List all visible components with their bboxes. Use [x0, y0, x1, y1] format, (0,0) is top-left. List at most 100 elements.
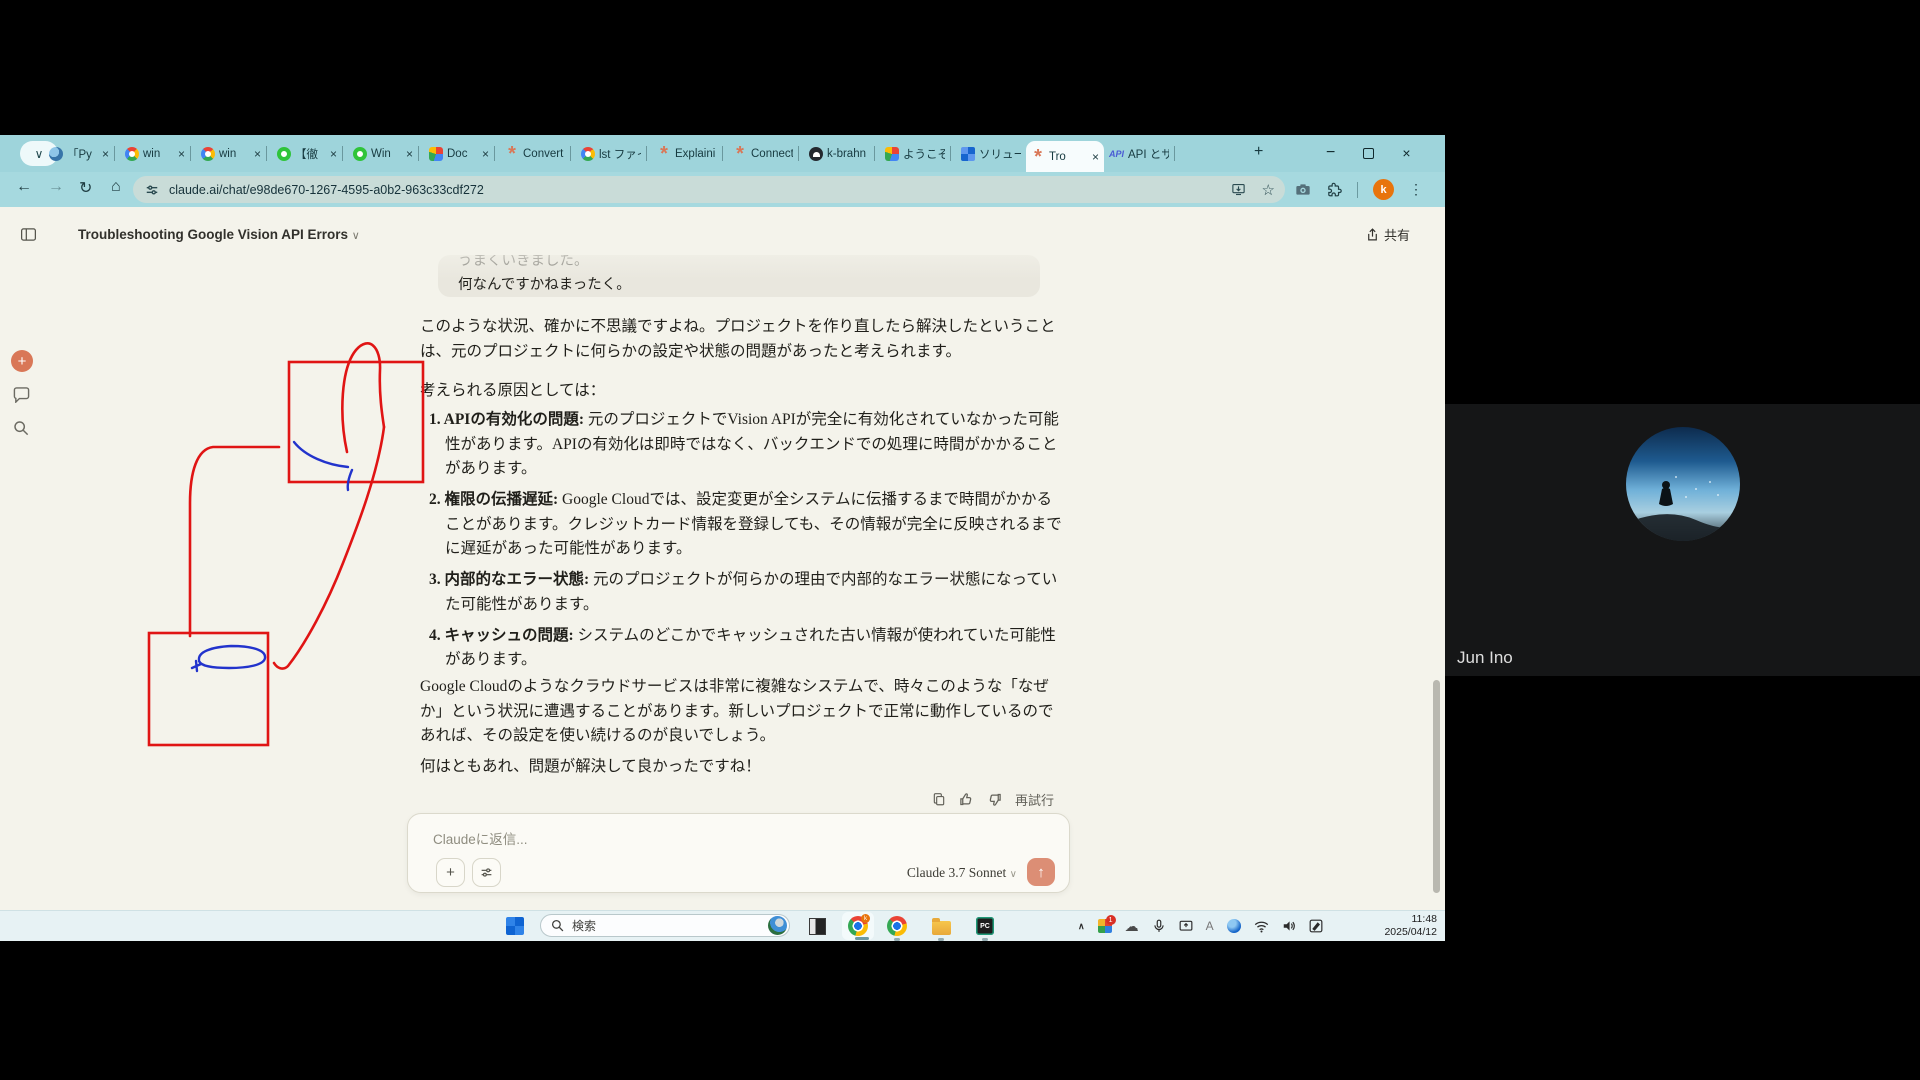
extensions-puzzle-icon[interactable]: [1326, 182, 1342, 198]
browser-toolbar: ← → ↻ ⌂ claude.ai/chat/e98de670-1267-459…: [0, 172, 1445, 207]
bookmark-star-icon[interactable]: ☆: [1262, 181, 1275, 199]
app-grid-icon[interactable]: 1: [1098, 919, 1112, 933]
new-tab-button[interactable]: +: [1254, 143, 1263, 161]
taskbar-clock[interactable]: 11:48 2025/04/12: [1384, 913, 1437, 939]
new-chat-button[interactable]: +: [11, 350, 33, 372]
browser-tab[interactable]: *Connect: [728, 135, 798, 172]
tab-close-icon[interactable]: ×: [102, 147, 109, 161]
browser-tab[interactable]: 【徹 ×: [272, 135, 342, 172]
profile-avatar[interactable]: k: [1373, 179, 1394, 200]
browser-tab[interactable]: ソリューシ: [956, 135, 1026, 172]
browser-tab[interactable]: *Convert: [500, 135, 570, 172]
cause-item: 2. 権限の伝播遅延: Google Cloudでは、設定変更が全システムに伝播…: [429, 488, 1062, 562]
camera-icon[interactable]: [1295, 182, 1311, 198]
home-icon[interactable]: ⌂: [111, 178, 121, 196]
browser-tab[interactable]: lst ファイ: [576, 135, 646, 172]
tab-close-icon[interactable]: ×: [178, 147, 185, 161]
participant-name: Jun Ino: [1457, 648, 1513, 668]
tab-divider: [114, 146, 115, 161]
browser-tab[interactable]: Doc×: [424, 135, 494, 172]
running-indicator: [982, 938, 988, 941]
participant-tile[interactable]: Jun Ino: [1445, 404, 1920, 676]
send-button[interactable]: ↑: [1027, 858, 1055, 886]
hidden-icons-chevron-icon[interactable]: ∧: [1078, 921, 1085, 932]
browser-tab[interactable]: Win×: [348, 135, 418, 172]
install-icon[interactable]: [1231, 182, 1246, 197]
browser-tab[interactable]: *Explaini: [652, 135, 722, 172]
minimize-button[interactable]: −: [1326, 144, 1335, 162]
tab-title: Connect: [751, 148, 793, 160]
forward-icon[interactable]: →: [48, 178, 64, 196]
back-icon[interactable]: ←: [16, 178, 32, 196]
weather-widget-icon[interactable]: [768, 916, 787, 935]
chats-nav-button[interactable]: [13, 387, 30, 403]
tab-title: ようこそ -: [903, 146, 945, 162]
taskbar-search[interactable]: 検索: [540, 914, 790, 937]
search-chats-button[interactable]: [13, 420, 29, 436]
sliders-icon: [480, 866, 493, 879]
tab-divider: [570, 146, 571, 161]
onedrive-cloud-icon[interactable]: ☁: [1125, 918, 1139, 935]
close-button[interactable]: ×: [1402, 145, 1410, 161]
attach-button[interactable]: +: [436, 858, 465, 887]
search-label: 検索: [572, 917, 596, 934]
site-settings-icon[interactable]: [145, 183, 159, 197]
wifi-icon[interactable]: [1254, 920, 1269, 933]
ime-pen-icon[interactable]: [1309, 919, 1323, 933]
taskbar-chrome-active[interactable]: k: [842, 912, 874, 940]
copilot-orb-icon[interactable]: [1227, 919, 1241, 933]
tab-divider: [798, 146, 799, 161]
ime-a-icon[interactable]: A: [1206, 919, 1214, 933]
browser-tab[interactable]: win×: [120, 135, 190, 172]
thumbs-up-icon[interactable]: [959, 792, 974, 807]
model-selector[interactable]: Claude 3.7 Sonnet ∨: [907, 865, 1017, 881]
microphone-icon[interactable]: [1152, 919, 1166, 933]
taskbar-chrome-secondary[interactable]: [886, 915, 908, 937]
windows-start-button[interactable]: [506, 917, 524, 935]
tab-divider: [266, 146, 267, 161]
volume-icon[interactable]: [1282, 919, 1296, 933]
toolbar-right: k ⋮: [1295, 176, 1423, 203]
tab-divider: [494, 146, 495, 161]
address-bar[interactable]: claude.ai/chat/e98de670-1267-4595-a0b2-9…: [133, 176, 1285, 203]
composer[interactable]: Claudeに返信... + Claude 3.7 Sonnet ∨ ↑: [407, 813, 1070, 893]
retry-button[interactable]: 再試行: [1015, 790, 1054, 809]
page-scrollbar[interactable]: [1433, 680, 1440, 893]
tab-close-icon[interactable]: ×: [406, 147, 413, 161]
google-favicon: [581, 147, 595, 161]
browser-tab[interactable]: k-brahn: [804, 135, 874, 172]
plus-icon: +: [446, 864, 455, 881]
maximize-button[interactable]: [1363, 148, 1374, 159]
tools-button[interactable]: [472, 858, 501, 887]
tab-title: ソリューシ: [979, 146, 1021, 162]
taskbar-file-explorer[interactable]: [930, 915, 952, 937]
taskbar-app-notes[interactable]: [806, 915, 828, 937]
menu-kebab-icon[interactable]: ⋮: [1409, 181, 1423, 198]
participant-avatar: [1626, 427, 1740, 541]
browser-tab[interactable]: APIAPI とサ: [1104, 135, 1174, 172]
tab-close-icon[interactable]: ×: [330, 147, 337, 161]
share-button[interactable]: 共有: [1366, 225, 1410, 244]
search-icon: [13, 420, 29, 436]
tab-close-icon[interactable]: ×: [254, 147, 261, 161]
thumbs-down-icon[interactable]: [987, 792, 1002, 807]
tab-title: lst ファイ: [599, 146, 641, 162]
cast-screen-icon[interactable]: [1179, 919, 1193, 933]
tab-title: 【徹: [295, 146, 326, 162]
browser-tab[interactable]: win×: [196, 135, 266, 172]
tab-close-icon[interactable]: ×: [1092, 150, 1099, 164]
browser-tab[interactable]: *Tro×: [1026, 141, 1104, 172]
cause-item: 3. 内部的なエラー状態: 元のプロジェクトが何らかの理由で内部的なエラー状態に…: [429, 568, 1062, 617]
refresh-icon[interactable]: ↻: [79, 178, 92, 198]
composer-placeholder[interactable]: Claudeに返信...: [433, 828, 528, 848]
copy-icon[interactable]: [932, 792, 946, 807]
conversation-title[interactable]: Troubleshooting Google Vision API Errors…: [78, 227, 360, 242]
browser-tab[interactable]: ようこそ -: [880, 135, 950, 172]
notification-badge: 1: [1106, 915, 1116, 925]
sidebar-toggle-icon[interactable]: [21, 228, 36, 241]
tab-close-icon[interactable]: ×: [482, 147, 489, 161]
browser-tab[interactable]: 「Py×: [44, 135, 114, 172]
user-message-line1: うまくいきました。: [458, 255, 1040, 270]
time: 11:48: [1384, 913, 1437, 926]
taskbar-pycharm[interactable]: PC: [974, 915, 996, 937]
